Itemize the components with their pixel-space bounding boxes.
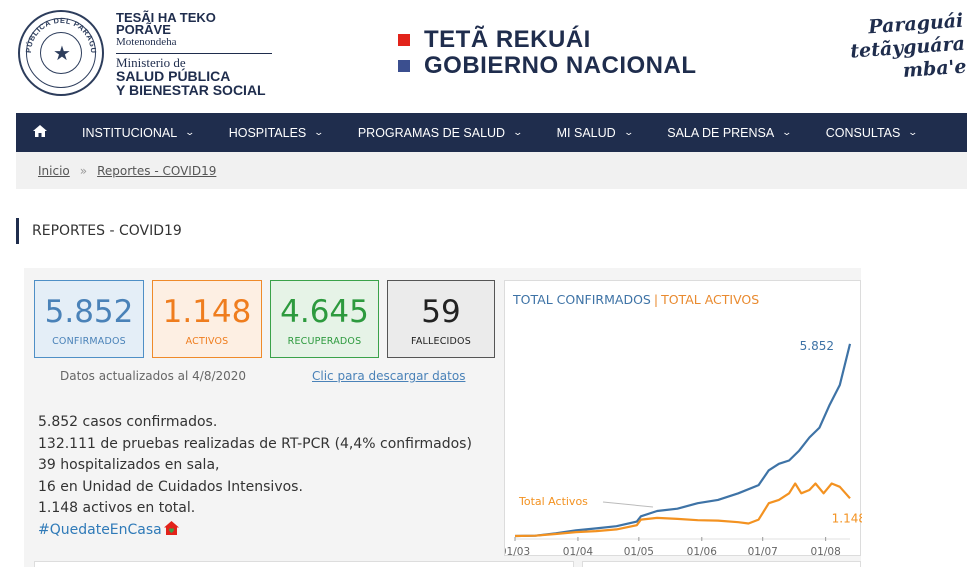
blue-square-icon — [398, 60, 410, 72]
nav-item-label: INSTITUCIONAL — [82, 125, 178, 140]
site-header: REPÚBLICA DEL PARAGUAY ★ TESÃI HA TEKO P… — [0, 0, 967, 113]
ministry-logo-text[interactable]: TESÃI HA TEKO PORÃVE Motenondeha Ministe… — [116, 11, 286, 98]
x-tick-label: 01/07 — [748, 546, 778, 557]
fact-hospitalized: 39 hospitalizados en sala, — [38, 457, 220, 473]
breadcrumb-separator: » — [79, 163, 88, 178]
covid-dashboard: 5.852 CONFIRMADOS 1.148 ACTIVOS 4.645 RE… — [24, 268, 862, 567]
nav-item-institucional[interactable]: INSTITUCIONAL ⌄ — [82, 125, 196, 140]
deaths-card: 59 FALLECIDOS — [387, 280, 495, 358]
lower-panel-right — [582, 561, 861, 567]
chart-canvas: 01/03 01/04 01/05 01/06 01/07 01/08 5.852 1.148… — [505, 339, 862, 557]
x-tick-label: 01/06 — [687, 546, 718, 557]
nav-item-sala-de-prensa[interactable]: SALA DE PRENSA ⌄ — [667, 125, 793, 140]
confirmed-count: 5.852 — [44, 294, 134, 330]
confirmed-label: CONFIRMADOS — [52, 336, 126, 347]
ministry-line6: Y BIENESTAR SOCIAL — [116, 82, 266, 98]
x-tick-label: 01/03 — [505, 546, 530, 557]
nav-item-mi-salud[interactable]: MI SALUD ⌄ — [556, 125, 634, 140]
nav-item-consultas[interactable]: CONSULTAS ⌄ — [825, 125, 919, 140]
fact-active: 1.148 activos en total. — [38, 500, 196, 516]
recovered-count: 4.645 — [280, 294, 369, 330]
nav-item-label: SALA DE PRENSA — [667, 125, 775, 140]
active-end-label: 1.148 — [832, 511, 862, 525]
x-tick-label: 01/08 — [811, 546, 841, 557]
covid-line-chart[interactable]: TOTAL CONFIRMADOS|TOTAL ACTIVOS 01/0301/… — [504, 280, 862, 557]
ministry-guarani-line3: Motenondeha — [116, 36, 177, 48]
lower-panel-left — [34, 561, 574, 567]
chevron-down-icon: ⌄ — [623, 127, 634, 137]
recovered-label: RECUPERADOS — [287, 336, 362, 347]
national-seal-logo[interactable]: REPÚBLICA DEL PARAGUAY ★ — [18, 10, 104, 96]
breadcrumb: Inicio » Reportes - COVID19 — [16, 152, 967, 189]
confirmed-card: 5.852 CONFIRMADOS — [34, 280, 144, 358]
summary-facts: 5.852 casos confirmados. 132.111 de prue… — [38, 412, 472, 541]
active-label: ACTIVOS — [185, 336, 229, 347]
slogan-logo: Paraguái tetãyguára mba'e — [838, 10, 967, 88]
house-heart-icon — [163, 520, 179, 535]
chevron-down-icon: ⌄ — [781, 127, 793, 137]
fact-confirmed: 5.852 casos confirmados. — [38, 414, 218, 430]
star-icon: ★ — [53, 41, 71, 65]
recovered-card: 4.645 RECUPERADOS — [270, 280, 379, 358]
deaths-label: FALLECIDOS — [411, 336, 471, 347]
gobierno-row-2: GOBIERNO NACIONAL — [398, 52, 697, 79]
breadcrumb-home-link[interactable]: Inicio — [38, 164, 70, 178]
chevron-down-icon: ⌄ — [512, 127, 524, 137]
fact-tests: 132.111 de pruebas realizadas de RT-PCR … — [38, 435, 472, 452]
x-tick-label: 01/04 — [563, 546, 594, 557]
updated-timestamp: Datos actualizados al 4/8/2020 — [60, 369, 247, 383]
fact-icu: 16 en Unidad de Cuidados Intensivos. — [38, 478, 303, 495]
breadcrumb-current-link[interactable]: Reportes - COVID19 — [97, 164, 216, 178]
active-series-name: Total Activos — [518, 495, 588, 508]
nav-item-label: PROGRAMAS DE SALUD — [357, 125, 506, 140]
chevron-down-icon: ⌄ — [907, 127, 919, 137]
x-tick-label: 01/05 — [624, 546, 654, 557]
page-title: REPORTES - COVID19 — [16, 218, 182, 244]
nav-item-label: HOSPITALES — [228, 125, 307, 140]
gobierno-line1: TETÃ REKUÁI — [424, 26, 591, 53]
ministry-line5: SALUD PÚBLICA — [116, 68, 231, 84]
deaths-count: 59 — [421, 294, 461, 330]
active-card: 1.148 ACTIVOS — [152, 280, 262, 358]
active-series-line — [514, 482, 851, 538]
ministry-divider — [116, 53, 272, 54]
active-series-leader — [602, 501, 654, 508]
hashtag-row: #QuedateEnCasa — [38, 520, 472, 542]
chevron-down-icon: ⌄ — [184, 127, 196, 137]
ministry-guarani-line2: PORÃVE — [116, 22, 171, 37]
red-square-icon — [398, 34, 410, 46]
nav-item-label: MI SALUD — [556, 125, 616, 140]
gobierno-line2: GOBIERNO NACIONAL — [424, 52, 697, 79]
main-nav: INSTITUCIONAL ⌄ HOSPITALES ⌄ PROGRAMAS DE … — [16, 113, 967, 152]
seal-inner-ring: ★ — [40, 32, 82, 74]
active-count: 1.148 — [162, 294, 252, 330]
nav-item-label: CONSULTAS — [825, 125, 901, 140]
hashtag-link[interactable]: #QuedateEnCasa — [38, 522, 162, 538]
home-icon[interactable] — [16, 124, 64, 141]
nav-item-hospitales[interactable]: HOSPITALES ⌄ — [228, 125, 325, 140]
confirmed-end-label: 5.852 — [800, 339, 834, 353]
nav-item-programas-de-salud[interactable]: PROGRAMAS DE SALUD ⌄ — [357, 125, 524, 140]
gobierno-row-1: TETÃ REKUÁI — [398, 26, 697, 53]
chevron-down-icon: ⌄ — [313, 127, 325, 137]
download-data-link[interactable]: Clic para descargar datos — [312, 369, 465, 383]
gobierno-nacional-logo[interactable]: TETÃ REKUÁI GOBIERNO NACIONAL — [398, 26, 697, 79]
